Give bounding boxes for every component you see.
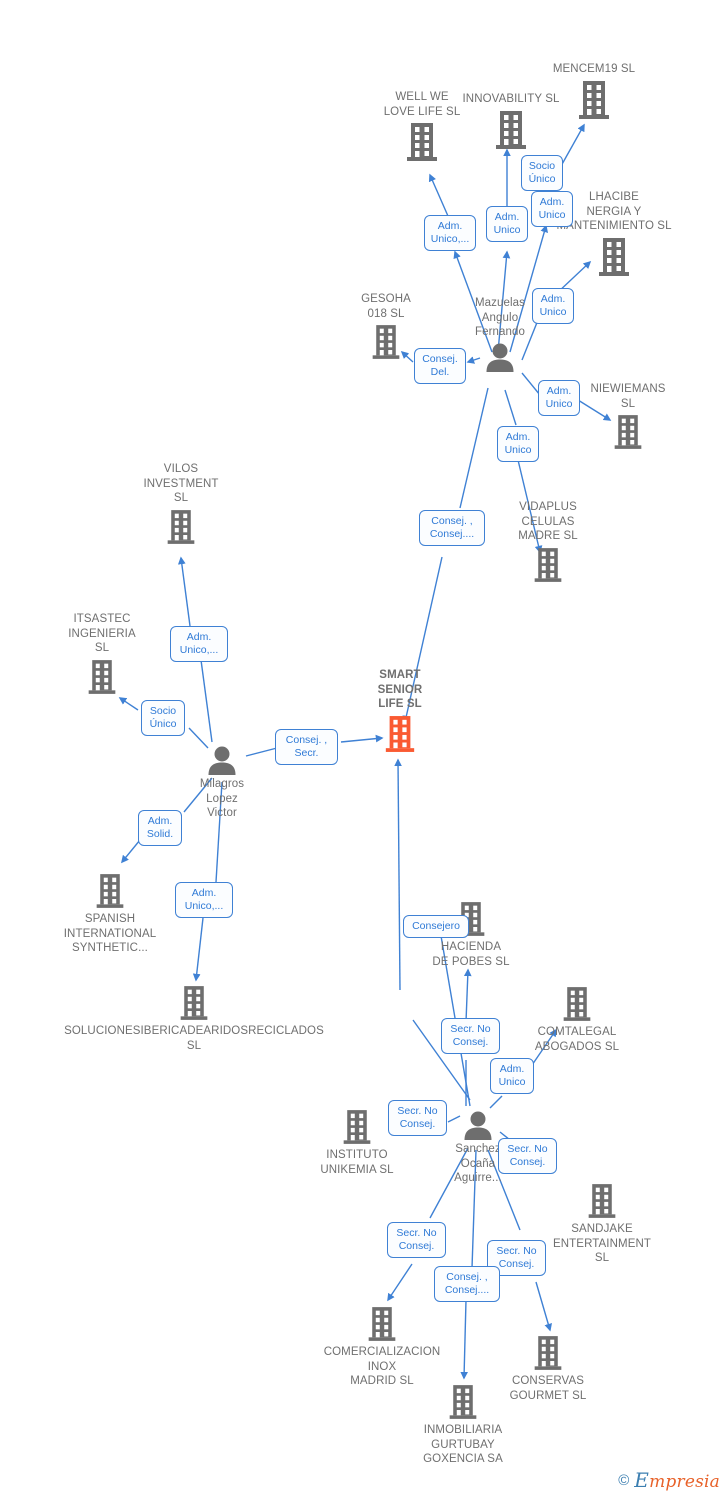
node-label: COMTALEGAL ABOGADOS SL [534,1026,620,1053]
node-vidaplus-celulas-madre[interactable]: VIDAPLUS CELULAS MADRE SL [468,500,628,584]
edge-label-sanchez-to-smart[interactable]: Secr. No Consej. [441,1018,500,1054]
empresia-watermark: © Empresia [618,1468,720,1492]
brand-rest: mpresia [649,1472,720,1492]
edge-label-niewiemans[interactable]: Adm. Unico [538,380,580,416]
node-label: COMERCIALIZACION INOX MADRID SL [323,1346,441,1387]
node-label: INNOVABILITY SL [462,93,560,105]
edge-label-innovability[interactable]: Adm. Unico [486,206,528,242]
node-label: VILOS INVESTMENT SL [143,463,219,504]
edge-label-hacienda[interactable]: Consejero [403,915,469,938]
edge-label-comercializacion[interactable]: Secr. No Consej. [387,1222,446,1258]
building-icon [30,872,190,910]
node-label: MENCEM19 SL [552,63,636,75]
node-label: VIDAPLUS CELULAS MADRE SL [518,501,578,542]
node-smart-senior-life[interactable]: SMART SENIOR LIFE SL [320,668,480,754]
copyright-icon: © [618,1471,630,1489]
edge-label-vilos[interactable]: Adm. Unico,... [170,626,228,662]
building-icon [548,413,708,451]
node-label: ITSASTEC INGENIERIA SL [68,613,136,654]
building-icon [431,109,591,151]
node-label: SOLUCIONESIBERICADEARIDOSRECICLADOS SL [64,1025,324,1052]
edge-label-sandjake[interactable]: Secr. No Consej. [498,1138,557,1174]
node-comercializacion-inox-madrid[interactable]: COMERCIALIZACION INOX MADRID SL [302,1305,462,1389]
node-spanish-international-synthetic[interactable]: SPANISH INTERNATIONAL SYNTHETIC... [30,872,190,956]
building-icon [22,658,182,696]
building-icon-focus [320,714,480,754]
edge-label-itsastec[interactable]: Socio Único [141,700,185,736]
building-icon [522,1182,682,1220]
node-conservas-gourmet[interactable]: CONSERVAS GOURMET SL [468,1334,628,1403]
edge-label-alhacibe[interactable]: Adm. Unico [532,288,574,324]
node-vilos-investment[interactable]: VILOS INVESTMENT SL [101,462,261,546]
edge-label-mencem19[interactable]: Adm. Unico [531,191,573,227]
edge-label-instituto[interactable]: Secr. No Consej. [388,1100,447,1136]
edge-label-milagros-to-smart[interactable]: Consej. , Secr. [275,729,338,765]
edge-label-well-we-love-life[interactable]: Adm. Unico,... [424,215,476,251]
building-icon [24,984,364,1022]
edge-label-vidaplus[interactable]: Adm. Unico [497,426,539,462]
node-innovability[interactable]: INNOVABILITY SL [431,92,591,151]
edge-label-socio-unico-innovability[interactable]: Socio Único [521,155,563,191]
node-label: INMOBILIARIA GURTUBAY GOXENCIA SA [423,1424,503,1465]
building-icon [534,236,694,278]
building-icon [302,1305,462,1343]
node-label: SANDJAKE ENTERTAINMENT SL [553,1223,651,1264]
building-icon [497,985,657,1023]
building-icon [468,1334,628,1372]
node-soluciones-ibericas-aridos[interactable]: SOLUCIONESIBERICADEARIDOSRECICLADOS SL [24,984,364,1053]
edge-label-comtalegal[interactable]: Adm. Unico [490,1058,534,1094]
node-label: CONSERVAS GOURMET SL [509,1375,587,1402]
node-sandjake-entertainment[interactable]: SANDJAKE ENTERTAINMENT SL [522,1182,682,1266]
node-label: SMART SENIOR LIFE SL [377,669,423,710]
node-comtalegal-abogados[interactable]: COMTALEGAL ABOGADOS SL [497,985,657,1054]
corporate-network-graph[interactable]: MENCEM19 SL WELL WE LOVE LIFE SL INNOVAB… [0,0,728,1500]
edge-label-spanish[interactable]: Adm. Solid. [138,810,182,846]
edge-label-mazuelas-to-smart[interactable]: Consej. , Consej.... [419,510,485,546]
brand-initial: E [634,1468,650,1492]
edge-label-soluciones[interactable]: Adm. Unico,... [175,882,233,918]
edge-label-inmobiliaria[interactable]: Consej. , Consej.... [434,1266,500,1302]
building-icon [101,508,261,546]
node-label: SPANISH INTERNATIONAL SYNTHETIC... [63,913,157,954]
edge-label-gesoha[interactable]: Consej. Del. [414,348,466,384]
node-itsastec-ingenieria[interactable]: ITSASTEC INGENIERIA SL [22,612,182,696]
node-label: HACIENDA DE POBES SL [432,941,510,968]
brand-label: Empresia [634,1468,720,1492]
building-icon [468,546,628,584]
